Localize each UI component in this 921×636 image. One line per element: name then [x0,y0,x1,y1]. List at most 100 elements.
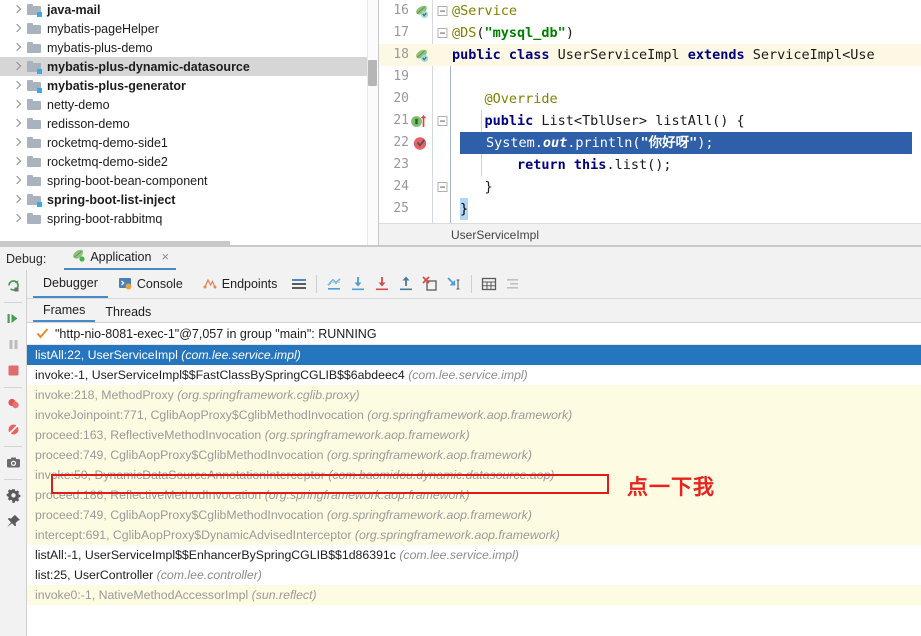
mute-breakpoints-icon[interactable] [2,391,24,415]
debugger-toolbar: Debugger Console Endpoints [27,270,921,299]
stack-frame-row[interactable]: proceed:749, CglibAopProxy$CglibMethodIn… [27,505,921,525]
tab-endpoints[interactable]: Endpoints [193,270,288,298]
view-breakpoints-icon[interactable] [2,417,24,441]
restore-layout-icon[interactable] [501,272,525,296]
fold-marker-icon[interactable] [436,176,450,198]
tree-item[interactable]: mybatis-plus-dynamic-datasource [0,57,378,76]
editor-line[interactable]: 17 @DS("mysql_db") [379,22,921,44]
tree-item-label: redisson-demo [47,116,130,131]
chevron-right-icon[interactable] [10,193,24,207]
override-method-icon[interactable] [410,113,427,130]
stack-frame-row[interactable]: invoke0:-1, NativeMethodAccessorImpl (su… [27,585,921,605]
chevron-right-icon[interactable] [10,3,24,17]
code-editor[interactable]: 16 @Service 17 @DS("mysql_db") 18 public clas… [379,0,921,245]
editor-line[interactable]: 25} [379,198,921,220]
evaluate-expression-icon[interactable] [477,272,501,296]
stack-frame-row[interactable]: invokeJoinpoint:771, CglibAopProxy$Cglib… [27,405,921,425]
stack-frame-row[interactable]: intercept:691, CglibAopProxy$DynamicAdvi… [27,525,921,545]
editor-line[interactable]: 24 } [379,176,921,198]
tab-debugger-label: Debugger [43,276,98,290]
tree-item[interactable]: spring-boot-list-inject [0,190,378,209]
tree-item[interactable]: mybatis-pageHelper [0,19,378,38]
chevron-right-icon[interactable] [10,136,24,150]
line-number: 24 [393,179,409,194]
tree-item[interactable]: netty-demo [0,95,378,114]
editor-line[interactable]: 16 @Service [379,0,921,22]
frame-package: (org.springframework.aop.framework) [326,508,532,522]
tree-item[interactable]: java-mail [0,0,378,19]
chevron-right-icon[interactable] [10,155,24,169]
editor-line[interactable]: 23 return this.list(); [379,154,921,176]
step-into-icon[interactable] [370,272,394,296]
close-icon[interactable]: × [161,250,169,263]
stack-frame-row[interactable]: proceed:749, CglibAopProxy$CglibMethodIn… [27,445,921,465]
force-step-into-icon[interactable] [418,272,442,296]
resume-program-icon[interactable] [2,306,24,330]
pause-program-icon[interactable] [2,332,24,356]
current-execution-line[interactable]: System.out.println("你好呀"); [460,132,912,154]
tree-item[interactable]: spring-boot-rabbitmq [0,209,378,228]
tab-frames[interactable]: Frames [33,303,96,322]
step-out-icon[interactable] [394,272,418,296]
fold-marker-icon[interactable] [436,110,450,132]
editor-line[interactable]: 20 @Override [379,88,921,110]
editor-line[interactable]: 21 public List<TblUser> listAll() { [379,110,921,132]
breakpoint-verified-icon[interactable] [412,135,429,152]
tree-item[interactable]: spring-boot-bean-component [0,171,378,190]
stop-icon[interactable] [2,358,24,382]
rerun-icon[interactable] [2,273,24,297]
code-text: return this.list(); [517,157,672,173]
stack-frame-row[interactable]: list:25, UserController (com.lee.control… [27,565,921,585]
camera-icon[interactable] [2,450,24,474]
thread-selector[interactable]: "http-nio-8081-exec-1"@7,057 in group "m… [27,323,921,345]
chevron-right-icon[interactable] [10,212,24,226]
stack-frame-row[interactable]: invoke:50, DynamicDataSourceAnnotationIn… [27,465,921,485]
editor-line[interactable]: 19 [379,66,921,88]
chevron-right-icon[interactable] [10,98,24,112]
chevron-right-icon[interactable] [10,117,24,131]
frame-package: (sun.reflect) [251,588,317,602]
tree-item[interactable]: mybatis-plus-demo [0,38,378,57]
tree-scrollbar-thumb[interactable] [368,60,377,86]
settings-gear-icon[interactable] [2,483,24,507]
stack-frame-row[interactable]: invoke:-1, UserServiceImpl$$FastClassByS… [27,365,921,385]
tree-item[interactable]: rocketmq-demo-side2 [0,152,378,171]
project-tree-panel[interactable]: java-mail mybatis-pageHelper mybatis-plus-… [0,0,378,245]
tree-item[interactable]: mybatis-plus-generator [0,76,378,95]
editor-line[interactable]: 22 System.out.println("你好呀"); [379,132,921,154]
chevron-right-icon[interactable] [10,79,24,93]
divider [4,387,22,388]
chevron-right-icon[interactable] [10,60,24,74]
frame-package: (com.lee.service.impl) [181,348,301,362]
fold-marker-icon[interactable] [436,0,450,22]
run-to-cursor-icon[interactable] [442,272,466,296]
step-over-icon[interactable] [346,272,370,296]
spring-bean-icon[interactable] [412,47,429,64]
stack-frame-row[interactable]: proceed:163, ReflectiveMethodInvocation … [27,425,921,445]
show-execution-point-icon[interactable] [322,272,346,296]
pin-tab-icon[interactable] [2,509,24,533]
chevron-right-icon[interactable] [10,41,24,55]
tree-item[interactable]: rocketmq-demo-side1 [0,133,378,152]
fold-marker-icon[interactable] [436,22,450,44]
chevron-right-icon[interactable] [10,174,24,188]
editor-line[interactable]: 18 public class UserServiceImpl extends S… [379,44,921,66]
layout-settings-icon[interactable] [287,272,311,296]
tree-item[interactable]: redisson-demo [0,114,378,133]
spring-bean-icon[interactable] [412,3,429,20]
editor-breadcrumb[interactable]: UserServiceImpl [379,223,921,245]
run-configuration-tab[interactable]: Application × [64,248,177,270]
stack-frame-row[interactable]: listAll:22, UserServiceImpl (com.lee.ser… [27,345,921,365]
stack-frame-row[interactable]: invoke:218, MethodProxy (org.springframe… [27,385,921,405]
tab-console[interactable]: Console [108,270,193,298]
call-stack-frames-list[interactable]: listAll:22, UserServiceImpl (com.lee.ser… [27,345,921,636]
tree-vertical-scrollbar[interactable] [367,0,378,245]
stack-frame-row[interactable]: listAll:-1, UserServiceImpl$$EnhancerByS… [27,545,921,565]
chevron-right-icon[interactable] [10,22,24,36]
stack-frame-row[interactable]: proceed:186, ReflectiveMethodInvocation … [27,485,921,505]
endpoints-icon [203,276,217,293]
tree-item-label: mybatis-pageHelper [47,21,159,36]
tab-threads[interactable]: Threads [95,305,161,322]
divider [4,479,22,480]
tab-debugger[interactable]: Debugger [33,270,108,298]
